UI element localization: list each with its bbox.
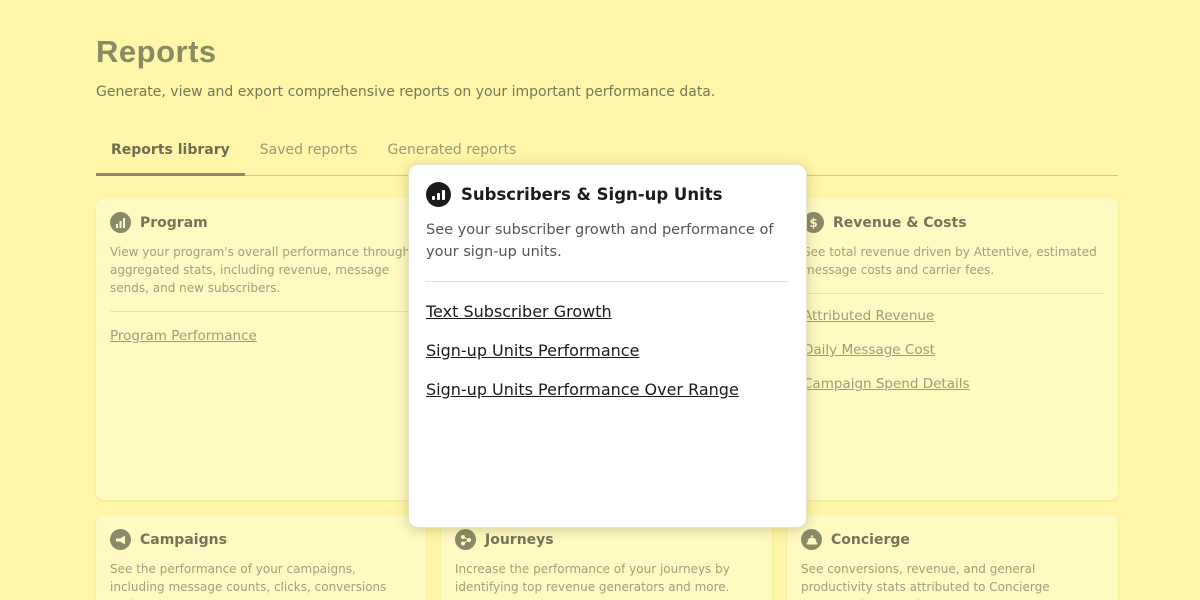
bar-chart-icon — [110, 212, 131, 233]
page-subtitle: Generate, view and export comprehensive … — [96, 84, 716, 100]
popover-divider — [426, 281, 789, 282]
signup-units-performance-over-range-link[interactable]: Sign-up Units Performance Over Range — [426, 380, 789, 399]
card-description: Increase the performance of your journey… — [455, 562, 730, 594]
card-description: See conversions, revenue, and general pr… — [801, 562, 1050, 600]
campaigns-card: Campaigns See the performance of your ca… — [96, 515, 426, 600]
concierge-card: Concierge See conversions, revenue, and … — [787, 515, 1118, 600]
card-title: Campaigns — [140, 531, 227, 548]
revenue-costs-card: $ Revenue & Costs See total revenue driv… — [787, 198, 1118, 500]
card-divider — [803, 293, 1104, 294]
attributed-revenue-link[interactable]: Attributed Revenue — [803, 308, 1104, 324]
card-description: See total revenue driven by Attentive, e… — [803, 245, 1097, 277]
daily-message-cost-link[interactable]: Daily Message Cost — [803, 342, 1104, 358]
program-performance-link[interactable]: Program Performance — [110, 328, 412, 344]
campaign-spend-details-link[interactable]: Campaign Spend Details — [803, 376, 1104, 392]
card-title: Journeys — [485, 531, 554, 548]
journey-icon — [455, 529, 476, 550]
signup-units-performance-link[interactable]: Sign-up Units Performance — [426, 341, 789, 360]
bell-icon — [801, 529, 822, 550]
tab-reports-library[interactable]: Reports library — [96, 133, 245, 176]
reports-page: Reports Generate, view and export compre… — [0, 0, 1200, 600]
page-title: Reports — [96, 34, 217, 69]
text-subscriber-growth-link[interactable]: Text Subscriber Growth — [426, 302, 789, 321]
card-divider — [110, 311, 412, 312]
megaphone-icon — [110, 529, 131, 550]
bar-chart-icon — [426, 182, 451, 207]
tab-saved-reports[interactable]: Saved reports — [245, 133, 373, 176]
program-card: Program View your program's overall perf… — [96, 198, 426, 500]
subscribers-signup-popover: Subscribers & Sign-up Units See your sub… — [408, 164, 807, 528]
popover-title: Subscribers & Sign-up Units — [461, 185, 723, 204]
card-title: Revenue & Costs — [833, 214, 967, 231]
popover-description: See your subscriber growth and performan… — [426, 222, 774, 260]
card-description: See the performance of your campaigns, i… — [110, 562, 387, 600]
card-title: Concierge — [831, 531, 910, 548]
card-title: Program — [140, 214, 208, 231]
card-description: View your program's overall performance … — [110, 245, 411, 295]
